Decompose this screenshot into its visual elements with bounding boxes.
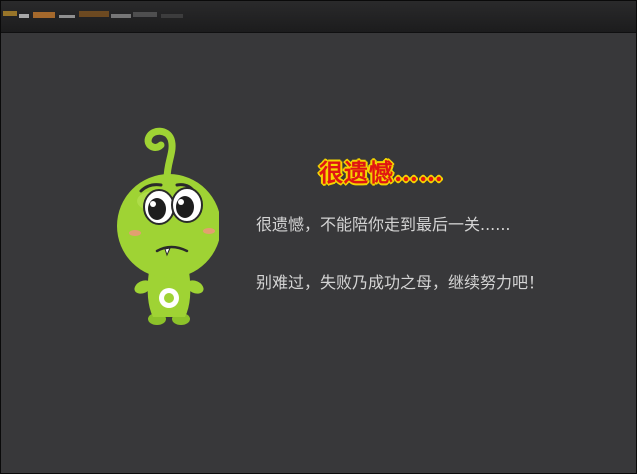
message-line-2: 别难过，失败乃成功之母，继续努力吧！: [256, 273, 545, 292]
message-line-1: 很遗憾，不能陪你走到最后一关......: [256, 215, 511, 234]
dialog-heading: 很遗憾……: [319, 158, 444, 187]
game-over-dialog: 很遗憾…… 很遗憾，不能陪你走到最后一关...... 别难过，失败乃成功之母，继…: [0, 0, 637, 474]
dialog-content: [1, 33, 636, 473]
title-bar-artifact: [3, 11, 183, 18]
title-bar[interactable]: [1, 1, 636, 33]
sad-green-alien-icon: [117, 127, 219, 325]
